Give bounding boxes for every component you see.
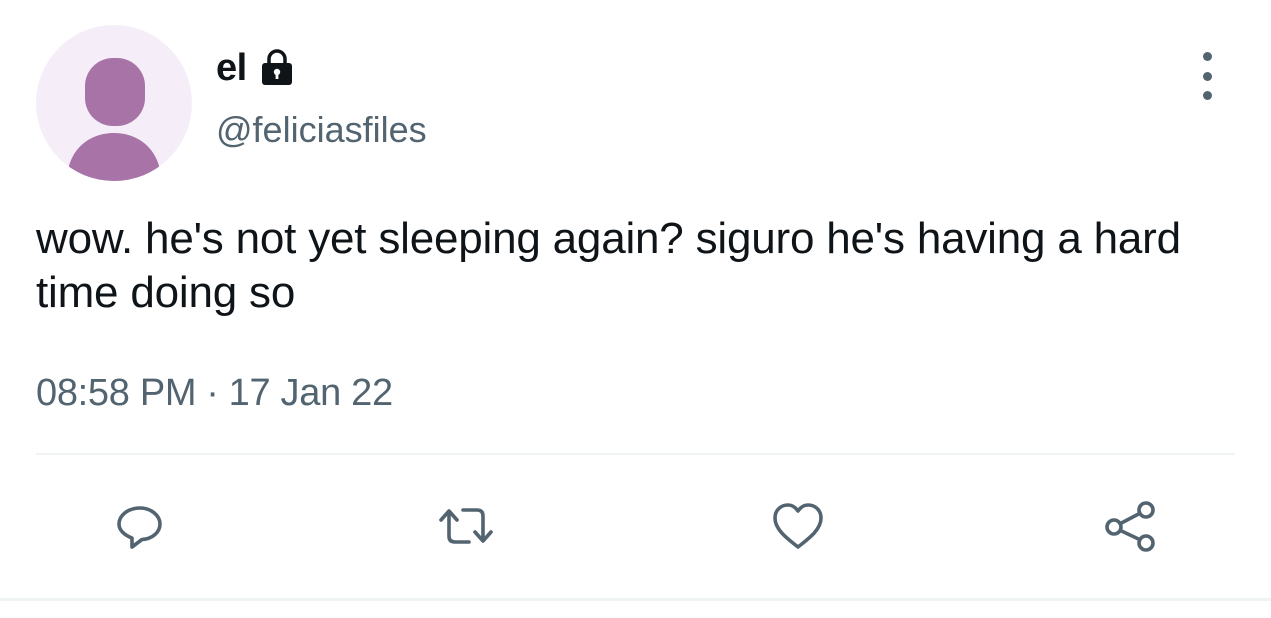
share-icon (1105, 501, 1155, 552)
display-name[interactable]: el (216, 49, 247, 87)
author-name-row: el (216, 46, 297, 90)
reply-button[interactable] (110, 496, 170, 556)
tweet-time: 08:58 PM (36, 372, 197, 414)
timestamp-separator: · (206, 372, 219, 414)
more-options-button[interactable] (1190, 52, 1224, 100)
bottom-divider (0, 598, 1271, 601)
more-vertical-icon-dot (1202, 52, 1212, 61)
tweet-card: el @feliciasfiles wow. he's not yet slee… (0, 0, 1271, 618)
tweet-text: wow. he's not yet sleeping again? siguro… (36, 214, 1181, 317)
tweet-timestamp[interactable]: 08:58 PM · 17 Jan 22 (36, 374, 393, 412)
lock-icon (257, 48, 297, 88)
more-vertical-icon-dot (1202, 91, 1212, 100)
tweet-date: 17 Jan 22 (228, 372, 394, 414)
retweet-icon (439, 508, 493, 544)
divider (36, 453, 1235, 455)
more-vertical-icon-dot (1202, 71, 1212, 81)
like-button[interactable] (768, 496, 828, 556)
retweet-button[interactable] (436, 496, 496, 556)
share-button[interactable] (1100, 496, 1160, 556)
heart-icon (773, 503, 823, 549)
author-handle[interactable]: @feliciasfiles (216, 112, 427, 148)
default-avatar-icon (67, 58, 161, 181)
avatar[interactable] (36, 25, 192, 181)
reply-icon (117, 506, 162, 549)
